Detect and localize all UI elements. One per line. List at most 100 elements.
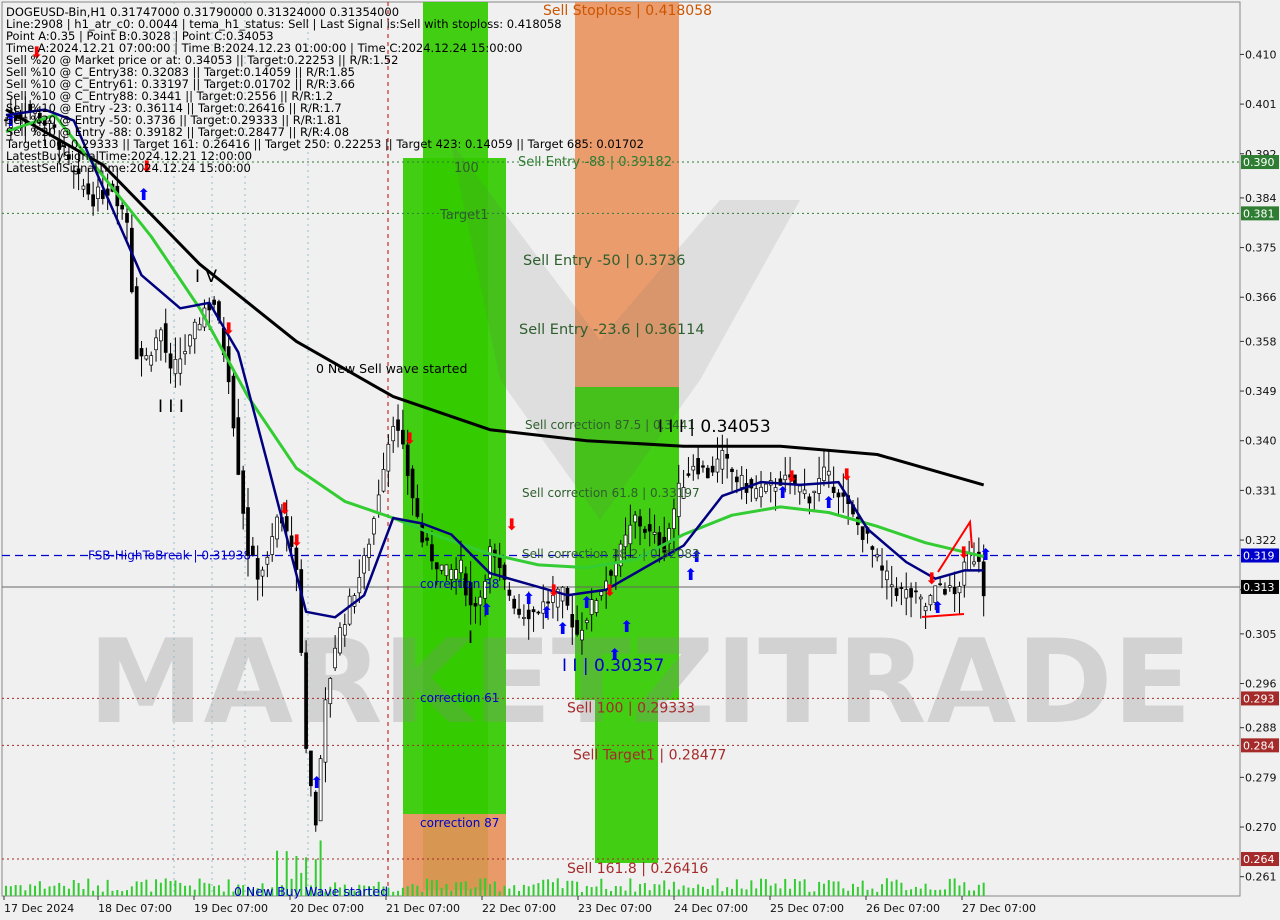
candle-body (125, 213, 129, 223)
candle-body (420, 524, 425, 543)
candle-body (313, 791, 318, 826)
candle-body (347, 595, 352, 625)
ann-sell-entry-23: Sell Entry -23.6 | 0.36114 (519, 322, 705, 338)
candle-body (909, 588, 913, 598)
candle-body (710, 465, 715, 473)
candle-body (889, 584, 894, 587)
level-label: Sell Target1 | 0.28477 (573, 747, 726, 763)
candle-body (96, 186, 100, 199)
candle-body (212, 299, 216, 305)
ann-100: 100 (454, 161, 479, 176)
ann-correction-61: correction 61 (420, 691, 499, 705)
candle-body (802, 489, 807, 495)
ann-wave-iv: I V (195, 267, 217, 287)
candle-body (381, 469, 386, 492)
candle-body (376, 494, 381, 514)
candle-body (943, 588, 947, 595)
candle-body (144, 355, 149, 360)
candle-body (817, 478, 821, 494)
candle-body (938, 583, 942, 586)
price-tag-label: 0.284 (1243, 739, 1275, 752)
time-tick-label: 24 Dec 07:00 (674, 902, 748, 915)
candle-body (696, 458, 700, 475)
candle-body (328, 678, 333, 705)
candle-body (91, 194, 95, 207)
candle-body (822, 466, 826, 481)
sell-arrow-icon: ⬇ (278, 499, 291, 518)
buy-arrow-icon: ⬆ (480, 600, 493, 619)
price-tick-label: 0.296 (1245, 678, 1277, 691)
sell-arrow-icon: ⬇ (290, 531, 303, 550)
price-tick-label: 0.375 (1245, 242, 1277, 255)
level-label: Sell Entry -88 | 0.39182 (518, 155, 672, 170)
candle-body (139, 348, 144, 357)
candle-body (885, 570, 889, 581)
candle-body (255, 558, 260, 580)
candle-body (701, 465, 705, 468)
candle-body (575, 620, 579, 635)
candle-body (299, 569, 304, 653)
price-tick-label: 0.410 (1245, 48, 1277, 61)
candle-body (609, 570, 613, 576)
buy-arrow-icon: ⬆ (776, 483, 789, 502)
candle-body (628, 524, 633, 545)
ann-point-b: I I | 0.30357 (562, 656, 664, 676)
candle-body (473, 603, 478, 607)
candle-body (691, 465, 696, 471)
candle-body (507, 589, 512, 596)
candle-body (522, 617, 526, 619)
candle-body (342, 624, 347, 636)
candle-body (512, 598, 517, 609)
candle-body (894, 588, 899, 596)
time-tick-label: 17 Dec 2024 (4, 902, 74, 915)
buy-arrow-icon: ⬆ (522, 589, 535, 608)
time-tick-label: 23 Dec 07:00 (578, 902, 652, 915)
candle-body (304, 652, 308, 749)
candle-body (154, 337, 158, 351)
trading-chart: MARKETZITRADE Sell Entry -88 | 0.39182 FS… (0, 0, 1280, 920)
price-tick-label: 0.340 (1245, 435, 1277, 448)
candle-body (265, 556, 270, 565)
buy-arrow-icon: ⬆ (310, 773, 323, 792)
candle-body (526, 609, 531, 620)
ann-wave-i: I (468, 628, 473, 648)
candle-body (410, 468, 415, 499)
candle-body (86, 183, 91, 195)
candle-body (570, 614, 575, 628)
sell-arrow-icon: ⬇ (840, 465, 853, 484)
price-tag-label: 0.293 (1243, 692, 1275, 705)
candle-body (129, 227, 134, 293)
price-tick-label: 0.384 (1245, 192, 1277, 205)
ann-sell-stoploss: Sell Stoploss | 0.418058 (543, 3, 712, 19)
buy-arrow-icon: ⬆ (931, 598, 944, 617)
chart-canvas: MARKETZITRADE Sell Entry -88 | 0.39182 FS… (0, 0, 1280, 920)
candle-body (159, 329, 163, 342)
candle-body (720, 450, 725, 470)
candle-body (362, 555, 367, 574)
price-tick-label: 0.279 (1245, 771, 1277, 784)
buy-arrow-icon: ⬆ (540, 603, 553, 622)
candle-body (754, 488, 759, 499)
candle-body (250, 545, 255, 556)
candle-body (672, 508, 676, 530)
candle-body (497, 557, 502, 568)
candle-body (197, 323, 202, 331)
level-label: Sell 161.8 | 0.26416 (567, 861, 708, 877)
candle-body (371, 518, 376, 535)
ann-target1: Target1 (439, 208, 489, 223)
candle-body (367, 543, 371, 558)
candle-body (149, 355, 154, 366)
candle-body (584, 620, 589, 624)
candle-body (759, 486, 763, 498)
candle-body (812, 490, 817, 494)
candle-body (914, 590, 918, 593)
candle-body (565, 587, 570, 606)
candle-body (904, 589, 909, 599)
price-tick-label: 0.322 (1245, 534, 1277, 547)
buy-arrow-icon: ⬆ (556, 619, 569, 638)
candle-body (797, 485, 802, 493)
sell-arrow-icon: ⬇ (957, 543, 970, 562)
candle-body (623, 534, 628, 548)
sell-arrow-icon: ⬇ (547, 581, 560, 600)
price-tag-label: 0.264 (1243, 853, 1275, 866)
